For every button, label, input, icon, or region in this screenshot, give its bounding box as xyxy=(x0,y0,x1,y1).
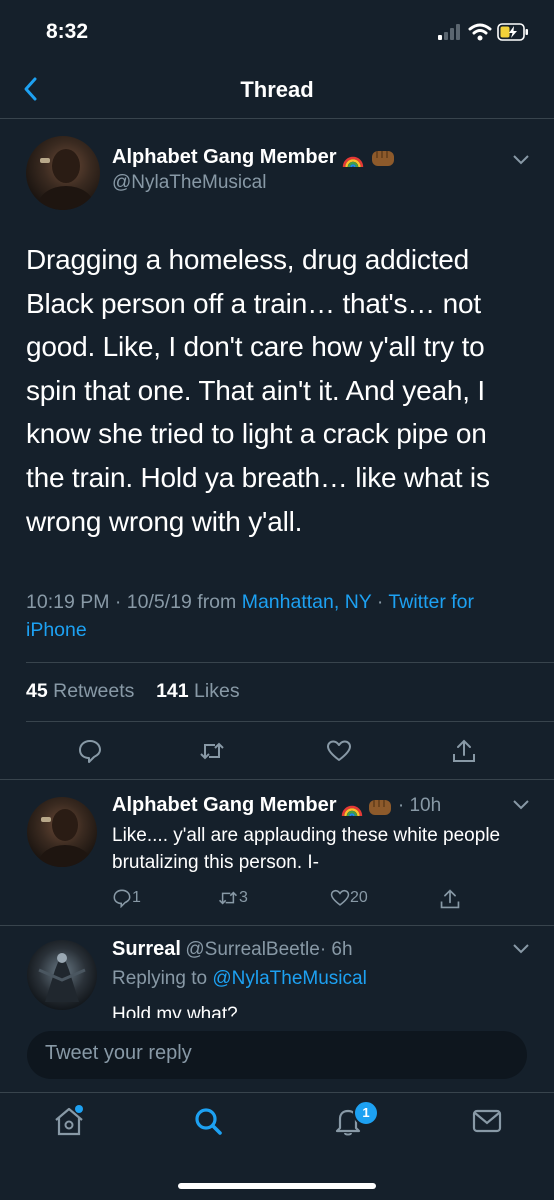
search-icon xyxy=(195,1108,222,1135)
stats-divider xyxy=(26,721,554,722)
messages-icon xyxy=(472,1109,502,1133)
tab-notifications[interactable]: 1 xyxy=(331,1100,379,1140)
author-name-label: Alphabet Gang Member xyxy=(112,146,337,168)
tweet-text: Dragging a homeless, drug addicted Black… xyxy=(26,244,490,537)
replying-to-label: Replying to xyxy=(112,968,213,989)
reply-text: Hold my what? xyxy=(112,1004,238,1018)
like-icon[interactable] xyxy=(326,738,352,764)
retweets-stat[interactable]: 45 Retweets xyxy=(26,680,134,702)
reply-count: 1 xyxy=(132,889,141,907)
reply-avatar[interactable] xyxy=(27,797,97,867)
page-title: Thread xyxy=(240,77,314,102)
reply-timestamp: · 6h xyxy=(319,939,353,960)
retweet-count: 45 xyxy=(26,680,48,702)
reply-header: Surreal @SurrealBeetle· 6h xyxy=(112,938,353,961)
likes-label: Likes xyxy=(188,680,240,702)
tab-home[interactable] xyxy=(52,1104,86,1138)
tweet-location-link[interactable]: Manhattan, NY xyxy=(242,591,372,613)
share-button[interactable] xyxy=(439,888,461,915)
reply-timestamp: · 10h xyxy=(397,795,442,816)
share-icon xyxy=(440,889,460,909)
retweet-count: 3 xyxy=(239,889,248,907)
reply-author-handle[interactable]: @SurrealBeetle xyxy=(185,939,319,960)
reply-header: Alphabet Gang Member · 10h xyxy=(112,794,441,818)
reply-avatar[interactable] xyxy=(27,940,97,1010)
meta-separator: · xyxy=(371,591,389,613)
author-name[interactable]: Alphabet Gang Member xyxy=(112,146,396,169)
reply-placeholder[interactable]: Tweet your reply xyxy=(45,1042,192,1065)
likes-stat[interactable]: 141 Likes xyxy=(156,680,240,702)
rainbow-icon xyxy=(341,805,363,817)
wifi-icon xyxy=(468,23,492,41)
chevron-down-icon[interactable] xyxy=(513,944,529,954)
fist-icon xyxy=(371,150,394,166)
status-time: 8:32 xyxy=(46,20,89,43)
share-icon[interactable] xyxy=(451,738,477,764)
tweet-metadata: 10:19 PM · 10/5/19 from Manhattan, NY · … xyxy=(26,588,536,644)
like-count: 141 xyxy=(156,680,189,702)
reply-author-name[interactable]: Alphabet Gang Member xyxy=(112,794,336,816)
home-icon xyxy=(55,1105,83,1136)
retweet-icon[interactable] xyxy=(199,738,225,764)
reply-icon xyxy=(113,889,131,909)
avatar[interactable] xyxy=(26,136,100,210)
chevron-down-icon[interactable] xyxy=(513,800,529,810)
reply-action-bar: 1 3 20 xyxy=(112,888,532,914)
battery-charging-icon xyxy=(497,23,528,41)
tweet-stats: 45 Retweets 141 Likes xyxy=(26,680,240,703)
home-indicator xyxy=(178,1183,376,1189)
like-count: 20 xyxy=(350,889,368,907)
notification-badge: 1 xyxy=(353,1100,379,1126)
replying-to-link[interactable]: @NylaTheMusical xyxy=(212,968,366,989)
meta-divider xyxy=(26,662,554,663)
reply-button[interactable]: 1 xyxy=(112,888,141,909)
tweet-timestamp: 10:19 PM · 10/5/19 from xyxy=(26,591,242,613)
retweet-button[interactable]: 3 xyxy=(217,888,248,908)
tab-messages[interactable] xyxy=(470,1104,504,1138)
tabbar-divider xyxy=(0,1092,554,1093)
fist-icon xyxy=(369,799,392,815)
retweets-label: Retweets xyxy=(47,680,135,702)
like-button[interactable]: 20 xyxy=(330,888,368,908)
reply-icon[interactable] xyxy=(77,738,103,764)
chevron-down-icon[interactable] xyxy=(513,155,529,165)
tab-search[interactable] xyxy=(191,1104,225,1138)
reply-text: Like.... y'all are applauding these whit… xyxy=(112,825,501,873)
tweet-divider xyxy=(0,779,554,780)
reply-2-container: Surreal @SurrealBeetle· 6h Replying to @… xyxy=(0,926,554,1018)
like-icon xyxy=(330,889,350,906)
reply-author-name[interactable]: Surreal xyxy=(112,938,181,960)
header-divider xyxy=(0,118,554,119)
rainbow-icon xyxy=(342,156,364,168)
cellular-signal-icon xyxy=(438,24,460,40)
replying-to: Replying to @NylaTheMusical xyxy=(112,968,367,990)
author-handle[interactable]: @NylaTheMusical xyxy=(112,172,266,194)
retweet-icon xyxy=(218,891,238,905)
